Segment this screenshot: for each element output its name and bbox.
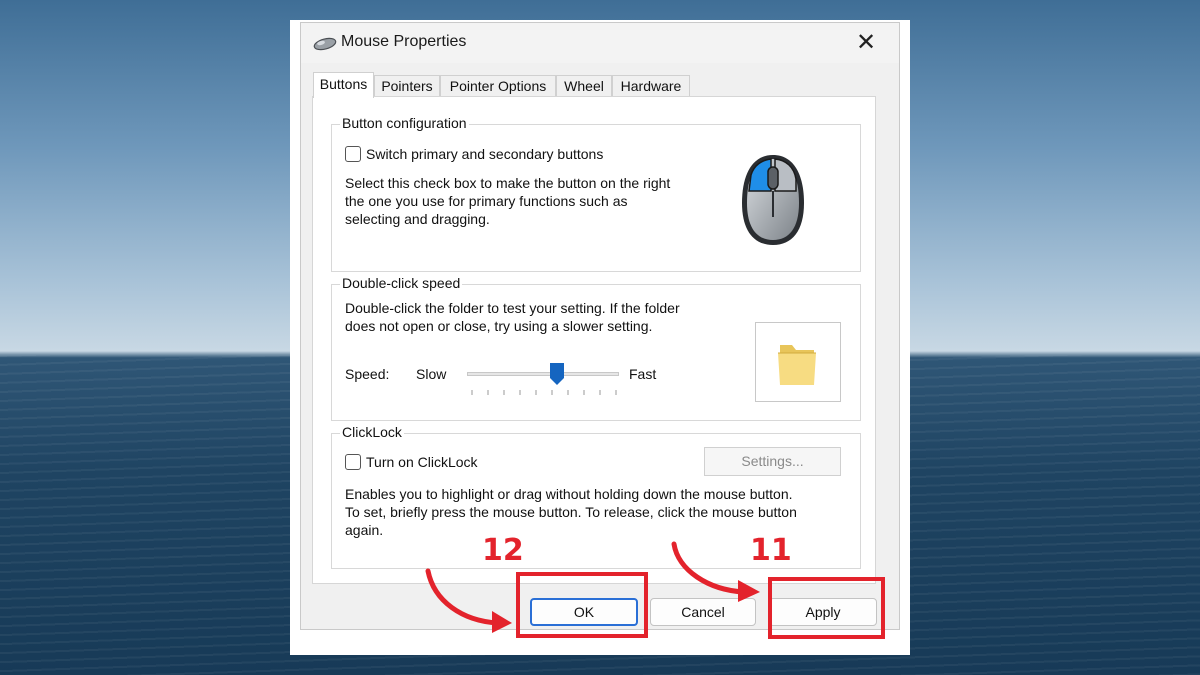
tab-hardware[interactable]: Hardware (612, 75, 690, 97)
clicklock-description-line-3: again. (345, 522, 384, 538)
buttons-tab-panel: Button configuration Switch primary and … (312, 96, 876, 584)
mouse-properties-dialog: Mouse Properties ✕ Buttons Pointers Poin… (300, 22, 900, 630)
button-config-description-line-3: selecting and dragging. (345, 211, 490, 227)
slider-track (467, 372, 619, 376)
button-configuration-label: Button configuration (340, 115, 469, 131)
title-bar: Mouse Properties ✕ (301, 23, 899, 63)
double-click-speed-group: Double-click speed Double-click the fold… (331, 275, 861, 421)
clicklock-checkbox[interactable] (345, 454, 361, 470)
speed-label: Speed: (345, 366, 390, 382)
clicklock-settings-button[interactable]: Settings... (704, 447, 841, 476)
double-click-speed-slider[interactable] (467, 363, 619, 397)
double-click-description-line-2: does not open or close, try using a slow… (345, 318, 653, 334)
slider-thumb[interactable] (550, 363, 564, 385)
double-click-description-line-1: Double-click the folder to test your set… (345, 300, 680, 316)
clicklock-description-line-1: Enables you to highlight or drag without… (345, 486, 793, 502)
close-button[interactable]: ✕ (851, 29, 881, 57)
slow-label: Slow (416, 366, 447, 382)
clicklock-description-line-2: To set, briefly press the mouse button. … (345, 504, 797, 520)
mouse-illustration-icon (742, 155, 804, 245)
step-number-12: 12 (482, 533, 524, 568)
close-icon: ✕ (855, 29, 877, 56)
tab-buttons[interactable]: Buttons (313, 72, 374, 98)
mouse-preview (700, 131, 846, 267)
folder-icon (778, 345, 816, 385)
arrow-to-ok-icon (425, 568, 512, 633)
switch-buttons-checkbox[interactable] (345, 146, 361, 162)
double-click-speed-label: Double-click speed (340, 275, 463, 291)
mouse-icon (313, 37, 337, 51)
button-config-description-line-2: the one you use for primary functions su… (345, 193, 628, 209)
clicklock-label: ClickLock (340, 424, 404, 440)
window-title: Mouse Properties (341, 33, 467, 50)
slider-ticks (471, 390, 617, 395)
clicklock-checkbox-label: Turn on ClickLock (366, 454, 478, 470)
test-folder[interactable] (755, 322, 841, 402)
button-config-description-line-1: Select this check box to make the button… (345, 175, 671, 191)
tab-wheel[interactable]: Wheel (556, 75, 612, 97)
fast-label: Fast (629, 366, 657, 382)
tab-pointers[interactable]: Pointers (374, 75, 440, 97)
arrow-to-apply-icon (671, 541, 760, 602)
switch-buttons-label: Switch primary and secondary buttons (366, 146, 604, 162)
apply-highlight-box (768, 577, 885, 639)
ok-highlight-box (516, 572, 648, 638)
button-configuration-group: Button configuration Switch primary and … (331, 115, 861, 272)
tab-pointer-options[interactable]: Pointer Options (440, 75, 556, 97)
